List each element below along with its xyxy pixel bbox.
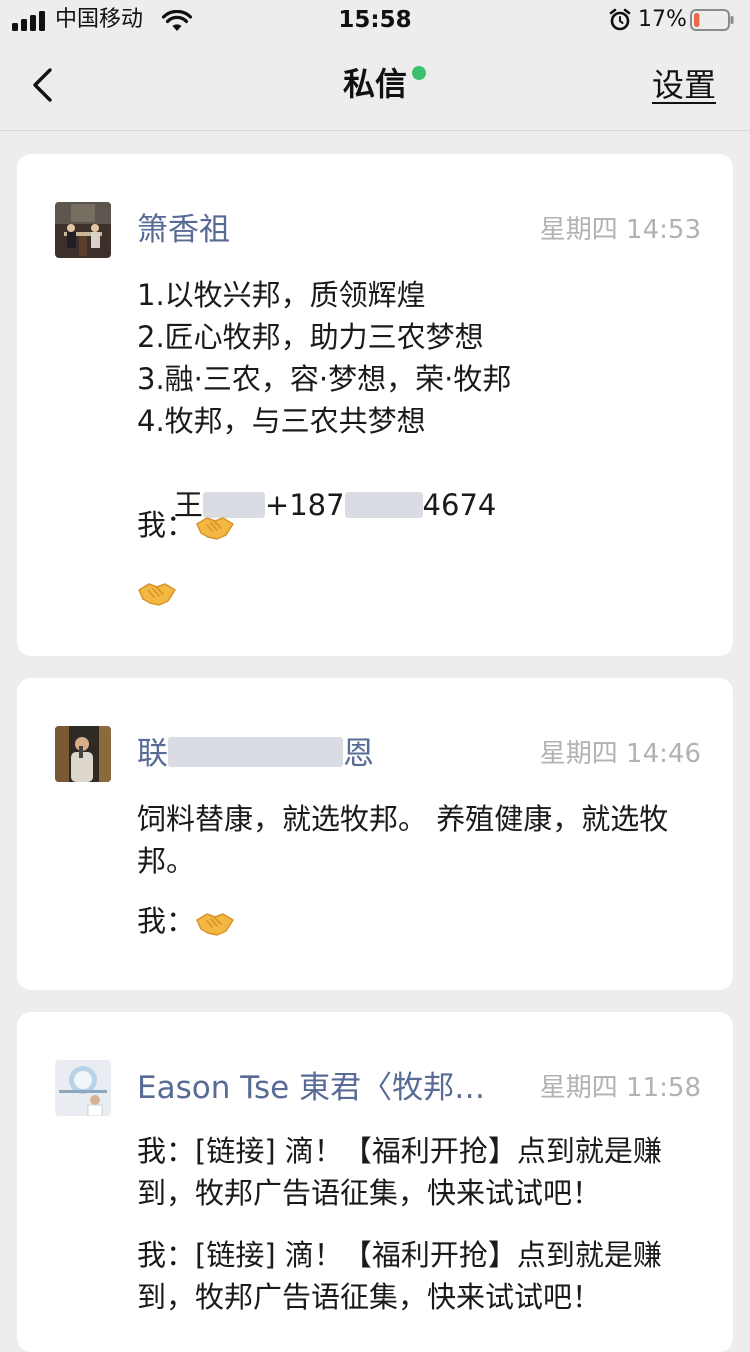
message-line: 2.匠心牧邦，助力三农梦想 [137, 320, 484, 354]
sender-name[interactable]: Eason Tse 東君〈牧邦… [137, 1064, 485, 1112]
my-reply: 我： [137, 900, 235, 942]
message-text[interactable]: 我：[链接] 滴！【福利开抢】点到就是赚到，牧邦广告语征集，快来试试吧！ [137, 1234, 703, 1318]
handshake-icon [196, 517, 234, 540]
redacted-phone [344, 492, 423, 518]
avatar[interactable] [55, 202, 111, 258]
sender-name-prefix: 联 [137, 736, 168, 772]
contact-phone-prefix: +187 [264, 488, 345, 522]
message-line: 3.融·三农，容·梦想，荣·牧邦 [137, 362, 512, 396]
nav-bar: 私信 设置 [0, 40, 750, 131]
handshake-icon [196, 913, 234, 936]
redacted-name [168, 737, 343, 767]
online-status-dot [412, 66, 426, 80]
sender-name-suffix: 恩 [343, 736, 374, 772]
message-time: 星期四 11:58 [539, 1073, 701, 1103]
message-card[interactable]: 箫香祖 星期四 14:53 1.以牧兴邦，质领辉煌 2.匠心牧邦，助力三农梦想 … [17, 154, 733, 656]
message-time: 星期四 14:46 [539, 739, 701, 769]
my-reply: 我： [137, 504, 235, 546]
handshake-icon [138, 583, 176, 606]
message-time: 星期四 14:53 [539, 215, 701, 245]
page-title: 私信 [342, 65, 407, 103]
avatar[interactable] [55, 1060, 111, 1116]
message-text: 饲料替康，就选牧邦。 养殖健康，就选牧邦。 [137, 802, 669, 878]
message-text[interactable]: 我：[链接] 滴！【福利开抢】点到就是赚到，牧邦广告语征集，快来试试吧！ [137, 1130, 703, 1214]
message-card[interactable]: Eason Tse 東君〈牧邦… 星期四 11:58 我：[链接] 滴！【福利开… [17, 1012, 733, 1352]
settings-button[interactable]: 设置 [652, 64, 716, 106]
contact-phone-suffix: 4674 [422, 488, 497, 522]
battery-icon [690, 9, 734, 31]
message-line: 4.牧邦，与三农共梦想 [137, 404, 426, 438]
battery-percent: 17% [638, 7, 687, 32]
alarm-icon [609, 8, 631, 31]
message-line: 1.以牧兴邦，质领辉煌 [137, 278, 426, 312]
reply-label: 我： [137, 904, 196, 938]
reply-label: 我： [137, 508, 196, 542]
status-bar: 中国移动 15:58 17% [0, 0, 750, 40]
sender-name[interactable]: 联恩 [137, 730, 374, 778]
sender-name[interactable]: 箫香祖 [137, 206, 230, 254]
emoji-line [137, 570, 177, 612]
avatar[interactable] [55, 726, 111, 782]
message-card[interactable]: 联恩 星期四 14:46 饲料替康，就选牧邦。 养殖健康，就选牧邦。 我： [17, 678, 733, 990]
